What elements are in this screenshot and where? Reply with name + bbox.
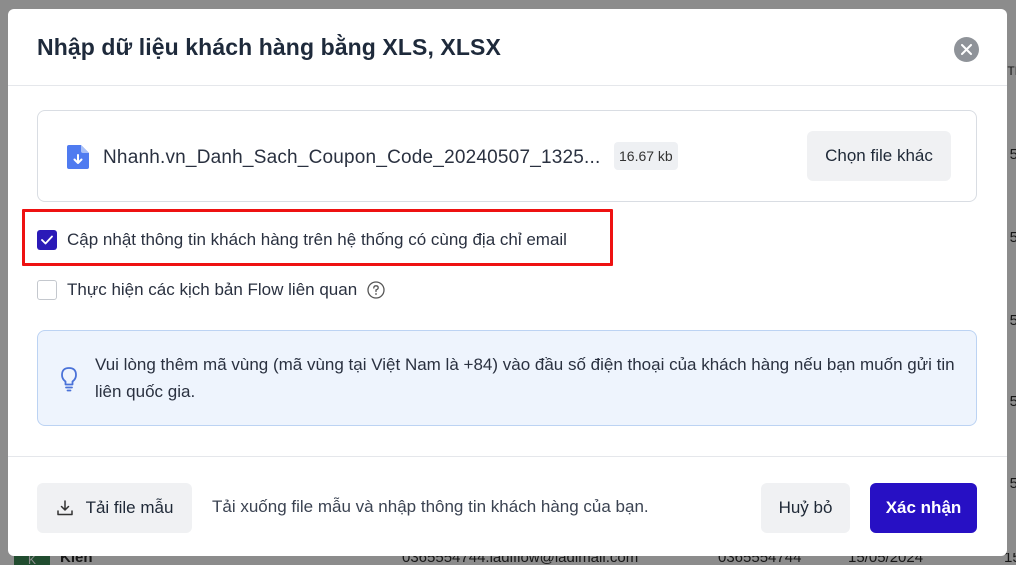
choose-other-file-button[interactable]: Chọn file khác (807, 131, 951, 181)
selected-file-card: Nhanh.vn_Danh_Sach_Coupon_Code_20240507_… (37, 110, 977, 202)
file-name: Nhanh.vn_Danh_Sach_Coupon_Code_20240507_… (103, 147, 601, 168)
info-text: Vui lòng thêm mã vùng (mã vùng tại Việt … (95, 355, 955, 401)
update-existing-checkbox[interactable] (37, 230, 57, 250)
footer-hint: Tải xuống file mẫu và nhập thông tin khá… (212, 497, 649, 516)
file-download-icon (67, 145, 89, 169)
update-existing-label: Cập nhật thông tin khách hàng trên hệ th… (67, 230, 567, 249)
file-size-badge: 16.67 kb (614, 142, 678, 170)
modal-title: Nhập dữ liệu khách hàng bằng XLS, XLSX (37, 34, 501, 60)
lightbulb-icon (61, 367, 77, 392)
close-icon (961, 44, 972, 55)
run-flows-checkbox[interactable] (37, 280, 57, 300)
modal-footer: Tải file mẫu Tải xuống file mẫu và nhập … (8, 456, 1007, 557)
help-icon[interactable] (367, 281, 385, 299)
checkmark-icon (41, 235, 53, 245)
import-customers-modal: Nhập dữ liệu khách hàng bằng XLS, XLSX N… (8, 9, 1007, 556)
run-flows-label: Thực hiện các kịch bản Flow liên quan (67, 280, 358, 299)
close-button[interactable] (954, 37, 979, 62)
download-template-button[interactable]: Tải file mẫu (37, 483, 192, 533)
modal-header: Nhập dữ liệu khách hàng bằng XLS, XLSX (8, 9, 1007, 86)
cancel-button[interactable]: Huỷ bỏ (761, 483, 850, 533)
download-icon (56, 500, 73, 516)
download-template-label: Tải file mẫu (85, 498, 174, 517)
option-update-existing[interactable]: Cập nhật thông tin khách hàng trên hệ th… (37, 228, 567, 252)
option-run-flows[interactable]: Thực hiện các kịch bản Flow liên quan (37, 278, 385, 302)
confirm-button[interactable]: Xác nhận (870, 483, 977, 533)
info-notice: Vui lòng thêm mã vùng (mã vùng tại Việt … (37, 330, 977, 426)
